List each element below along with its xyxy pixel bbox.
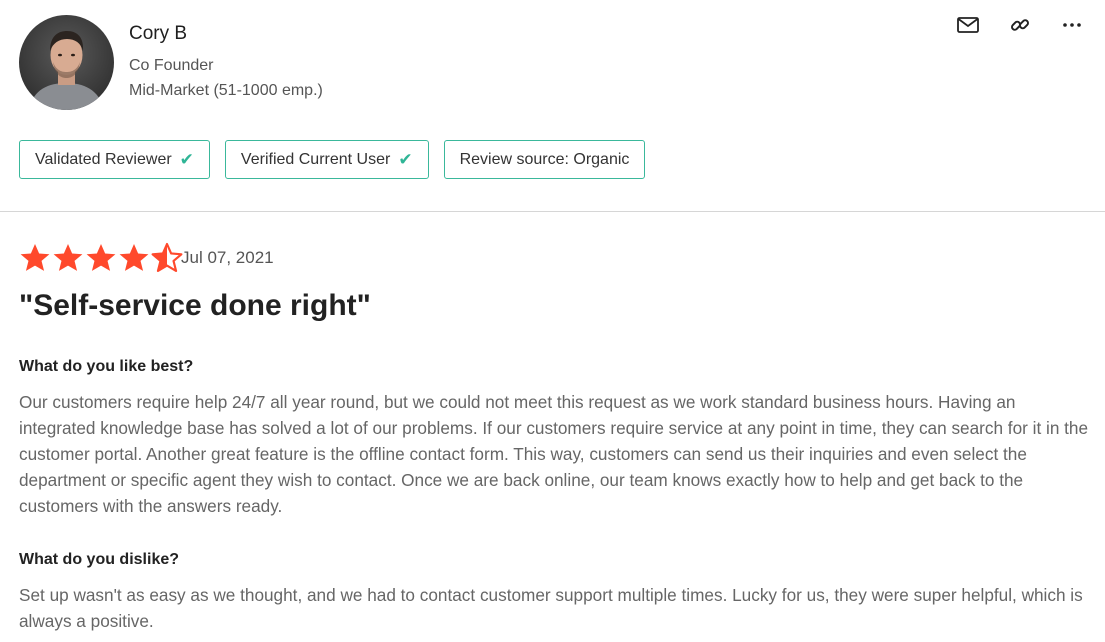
section-divider <box>0 211 1105 212</box>
question-dislike: What do you dislike? <box>19 551 180 568</box>
star-full-icon <box>53 244 83 271</box>
star-full-icon <box>119 244 149 271</box>
reviewer-badges: Validated Reviewer ✔ Verified Current Us… <box>19 140 646 179</box>
badge-validated-reviewer[interactable]: Validated Reviewer ✔ <box>19 140 210 179</box>
answer-dislike: Set up wasn't as easy as we thought, and… <box>19 585 1083 631</box>
badge-label: Review source: Organic <box>459 150 630 168</box>
reviewer-name[interactable]: Cory B <box>129 23 187 45</box>
review-title[interactable]: "Self-service done right" <box>19 289 371 323</box>
star-full-icon <box>20 244 50 271</box>
reviewer-segment: Mid-Market (51-1000 emp.) <box>129 82 323 99</box>
reviewer-role: Co Founder <box>129 57 214 74</box>
checkmark-icon: ✔ <box>398 149 413 169</box>
link-icon[interactable] <box>1009 14 1031 36</box>
badge-verified-current-user[interactable]: Verified Current User ✔ <box>224 140 429 179</box>
more-options-icon[interactable] <box>1061 14 1083 36</box>
badge-label: Verified Current User <box>240 150 391 168</box>
star-rating <box>19 242 183 274</box>
answer-like-best: Our customers require help 24/7 all year… <box>19 392 1089 516</box>
checkmark-icon: ✔ <box>179 149 194 169</box>
reviewer-avatar <box>19 15 114 110</box>
review-actions <box>957 14 1083 36</box>
mail-icon[interactable] <box>957 14 979 36</box>
review-date: Jul 07, 2021 <box>181 248 274 267</box>
star-full-icon <box>86 244 116 271</box>
question-like-best: What do you like best? <box>19 358 194 375</box>
badge-review-source[interactable]: Review source: Organic <box>443 140 646 179</box>
badge-label: Validated Reviewer <box>35 150 172 168</box>
star-half-icon <box>151 242 183 272</box>
